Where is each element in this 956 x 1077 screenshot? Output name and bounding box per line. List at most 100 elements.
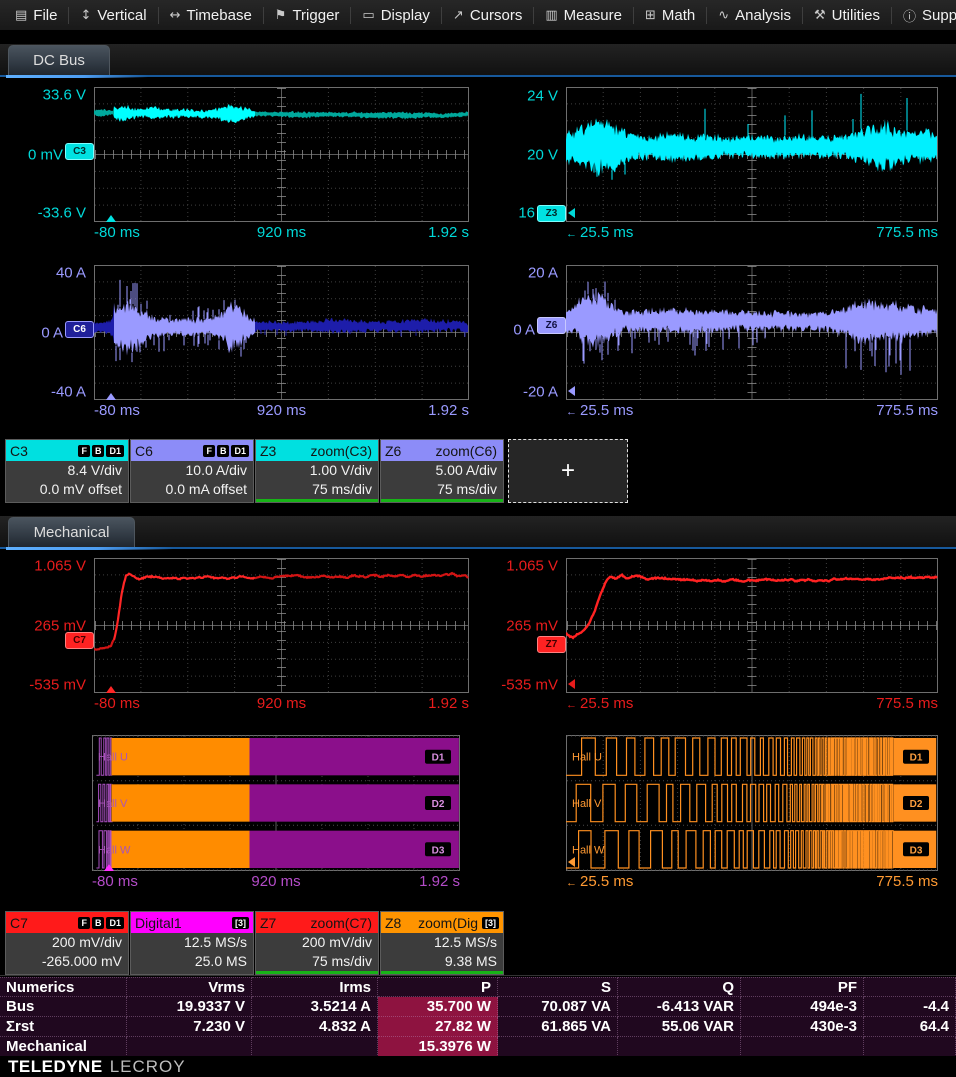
channel-descriptor-digital1[interactable]: Digital1[3]12.5 MS/s25.0 MS: [130, 911, 254, 975]
menu-item-trigger[interactable]: ⚑Trigger: [264, 0, 351, 30]
numerics-value-cell[interactable]: 4.832 A: [252, 1017, 378, 1037]
numerics-value-cell[interactable]: [252, 1037, 378, 1057]
digital-line-label: Hall V: [572, 798, 602, 810]
numerics-value-cell[interactable]: 7.230 V: [127, 1017, 252, 1037]
vertical-icon: ↕: [80, 8, 91, 23]
descriptor-badge-D1: D1: [106, 445, 124, 457]
menu-item-display[interactable]: ▭Display: [351, 0, 440, 30]
x-axis-label: 1.92 s: [94, 695, 469, 712]
descriptor-scale-line: 1.00 V/div: [256, 461, 378, 480]
trigger-icon: ⚑: [275, 8, 287, 23]
channel-descriptor-z8[interactable]: Z8zoom(Dig[3]12.5 MS/s9.38 MS: [380, 911, 504, 975]
menu-item-math[interactable]: ⊞Math: [634, 0, 706, 30]
z7-level-chip[interactable]: Z7: [537, 636, 566, 653]
digital-line-label: Hall V: [98, 798, 128, 810]
z3-zoom-voltage-plot[interactable]: [566, 87, 938, 222]
menu-item-cursors[interactable]: ↗Cursors: [442, 0, 533, 30]
numerics-value-cell[interactable]: [864, 1037, 956, 1057]
numerics-value-cell[interactable]: [741, 1037, 864, 1057]
numerics-value-cell[interactable]: [498, 1037, 618, 1057]
digital-badge: D3: [910, 845, 923, 856]
descriptor-badge-F: F: [78, 445, 90, 457]
numerics-column-header: [864, 977, 956, 997]
numerics-value-cell[interactable]: 3.5214 A: [252, 997, 378, 1017]
numerics-row-label: Σrst: [0, 1017, 127, 1037]
numerics-value-cell[interactable]: -4.4: [864, 997, 956, 1017]
menu-item-label: Math: [662, 7, 695, 24]
trigger-time-marker[interactable]: [106, 393, 116, 400]
digital-badge: D3: [432, 845, 445, 856]
tab-mechanical[interactable]: Mechanical: [8, 517, 135, 547]
brand-teledyne: TELEDYNE: [8, 1057, 103, 1077]
c7-level-chip[interactable]: C7: [65, 632, 94, 649]
numerics-value-cell[interactable]: -6.413 VAR: [618, 997, 741, 1017]
trigger-time-marker[interactable]: [106, 686, 116, 693]
active-zoom-underline: [381, 971, 503, 974]
numerics-value-cell[interactable]: 61.865 VA: [498, 1017, 618, 1037]
z6-zoom-current-plot[interactable]: [566, 265, 938, 400]
trigger-time-marker[interactable]: [106, 215, 116, 222]
numerics-value-cell[interactable]: 430e-3: [741, 1017, 864, 1037]
channel-descriptor-z6[interactable]: Z6zoom(C6)5.00 A/div75 ms/div: [380, 439, 504, 503]
numerics-value-cell[interactable]: 70.087 VA: [498, 997, 618, 1017]
c6-level-chip[interactable]: C6: [65, 321, 94, 338]
menu-item-label: Measure: [564, 7, 622, 24]
z6-level-chip[interactable]: Z6: [537, 317, 566, 334]
channel-descriptor-c7[interactable]: C7FBD1200 mV/div-265.000 mV: [5, 911, 129, 975]
numerics-value-cell[interactable]: 15.3976 W: [378, 1037, 498, 1057]
x-axis-label-text: 1.92 s: [428, 402, 469, 419]
descriptor-badge-F: F: [203, 445, 215, 457]
numerics-value-cell[interactable]: 494e-3: [741, 997, 864, 1017]
descriptor-badge-B: B: [92, 445, 105, 457]
z3-level-chip[interactable]: Z3: [537, 205, 566, 222]
dc_bus-tab-row: [0, 44, 956, 76]
menu-item-vertical[interactable]: ↕Vertical: [69, 0, 157, 30]
numerics-value-cell[interactable]: 55.06 VAR: [618, 1017, 741, 1037]
menu-item-support[interactable]: ⓘSupport: [892, 0, 956, 30]
channel-descriptor-z7[interactable]: Z7zoom(C7)200 mV/div75 ms/div: [255, 911, 379, 975]
channel-descriptor-z3[interactable]: Z3zoom(C3)1.00 V/div75 ms/div: [255, 439, 379, 503]
descriptor-header: Z7zoom(C7): [256, 912, 378, 933]
c3-level-chip[interactable]: C3: [65, 143, 94, 160]
y-axis-label: 16: [385, 204, 535, 221]
zoom-left-edge-arrow: [568, 857, 575, 867]
channel-name: Z7: [260, 915, 276, 931]
tab-dc_bus[interactable]: DC Bus: [8, 45, 110, 75]
digital-hall-bus-plot[interactable]: Hall UD1Hall VD2Hall WD3: [92, 735, 460, 871]
digital-badge: D2: [432, 799, 445, 810]
x-axis-label-text: 775.5 ms: [876, 873, 938, 890]
descriptor-scale-line: 75 ms/div: [381, 480, 503, 499]
descriptor-badge-F: F: [78, 917, 90, 929]
numerics-value-cell[interactable]: 35.700 W: [378, 997, 498, 1017]
numerics-value-cell[interactable]: 64.4: [864, 1017, 956, 1037]
descriptor-scale-line: 75 ms/div: [256, 952, 378, 971]
z8-zoom-digital-hall-plot[interactable]: Hall UD1Hall VD2Hall WD3: [566, 735, 938, 871]
menu-item-file[interactable]: ▤File: [4, 0, 68, 30]
support-icon: ⓘ: [903, 6, 916, 25]
y-axis-label: -535 mV: [408, 676, 558, 693]
numerics-value-cell[interactable]: [618, 1037, 741, 1057]
channel-name: C7: [10, 915, 28, 931]
z7-zoom-speed-plot[interactable]: [566, 558, 938, 693]
y-axis-label: -20 A: [408, 383, 558, 400]
menu-item-label: Utilities: [832, 7, 880, 24]
menu-item-measure[interactable]: ▥Measure: [534, 0, 633, 30]
numerics-value-cell[interactable]: 19.9337 V: [127, 997, 252, 1017]
numerics-column-header: Q: [618, 977, 741, 997]
descriptor-scale-line: 9.38 MS: [381, 952, 503, 971]
menu-item-utilities[interactable]: ⚒Utilities: [803, 0, 891, 30]
channel-descriptor-c3[interactable]: C3FBD18.4 V/div0.0 mV offset: [5, 439, 129, 503]
menu-item-analysis[interactable]: ∿Analysis: [707, 0, 802, 30]
numerics-value-cell[interactable]: [127, 1037, 252, 1057]
trigger-time-marker[interactable]: [104, 864, 114, 871]
channel-descriptor-c6[interactable]: C6FBD110.0 A/div0.0 mA offset: [130, 439, 254, 503]
y-axis-label: 20 A: [408, 265, 558, 282]
menu-item-label: Analysis: [735, 7, 791, 24]
descriptor-scale-line: -265.000 mV: [6, 952, 128, 971]
channel-name: C6: [135, 443, 153, 459]
zoom-left-edge-arrow: [568, 679, 575, 689]
y-axis-label: 20 V: [408, 146, 558, 163]
numerics-value-cell[interactable]: 27.82 W: [378, 1017, 498, 1037]
menu-item-timebase[interactable]: ↔Timebase: [159, 0, 263, 30]
add-trace-button[interactable]: +: [508, 439, 628, 503]
